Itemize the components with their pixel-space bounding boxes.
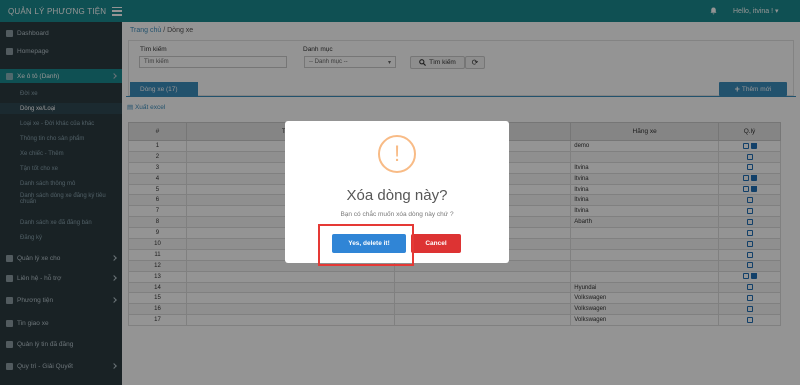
dialog-message: Bạn có chắc muốn xóa dòng này chứ ? bbox=[340, 211, 454, 218]
dialog-title: Xóa dòng này? bbox=[346, 187, 448, 204]
highlight-box bbox=[318, 224, 414, 266]
warning-icon: ! bbox=[378, 135, 416, 173]
cancel-button[interactable]: Cancel bbox=[411, 234, 461, 253]
